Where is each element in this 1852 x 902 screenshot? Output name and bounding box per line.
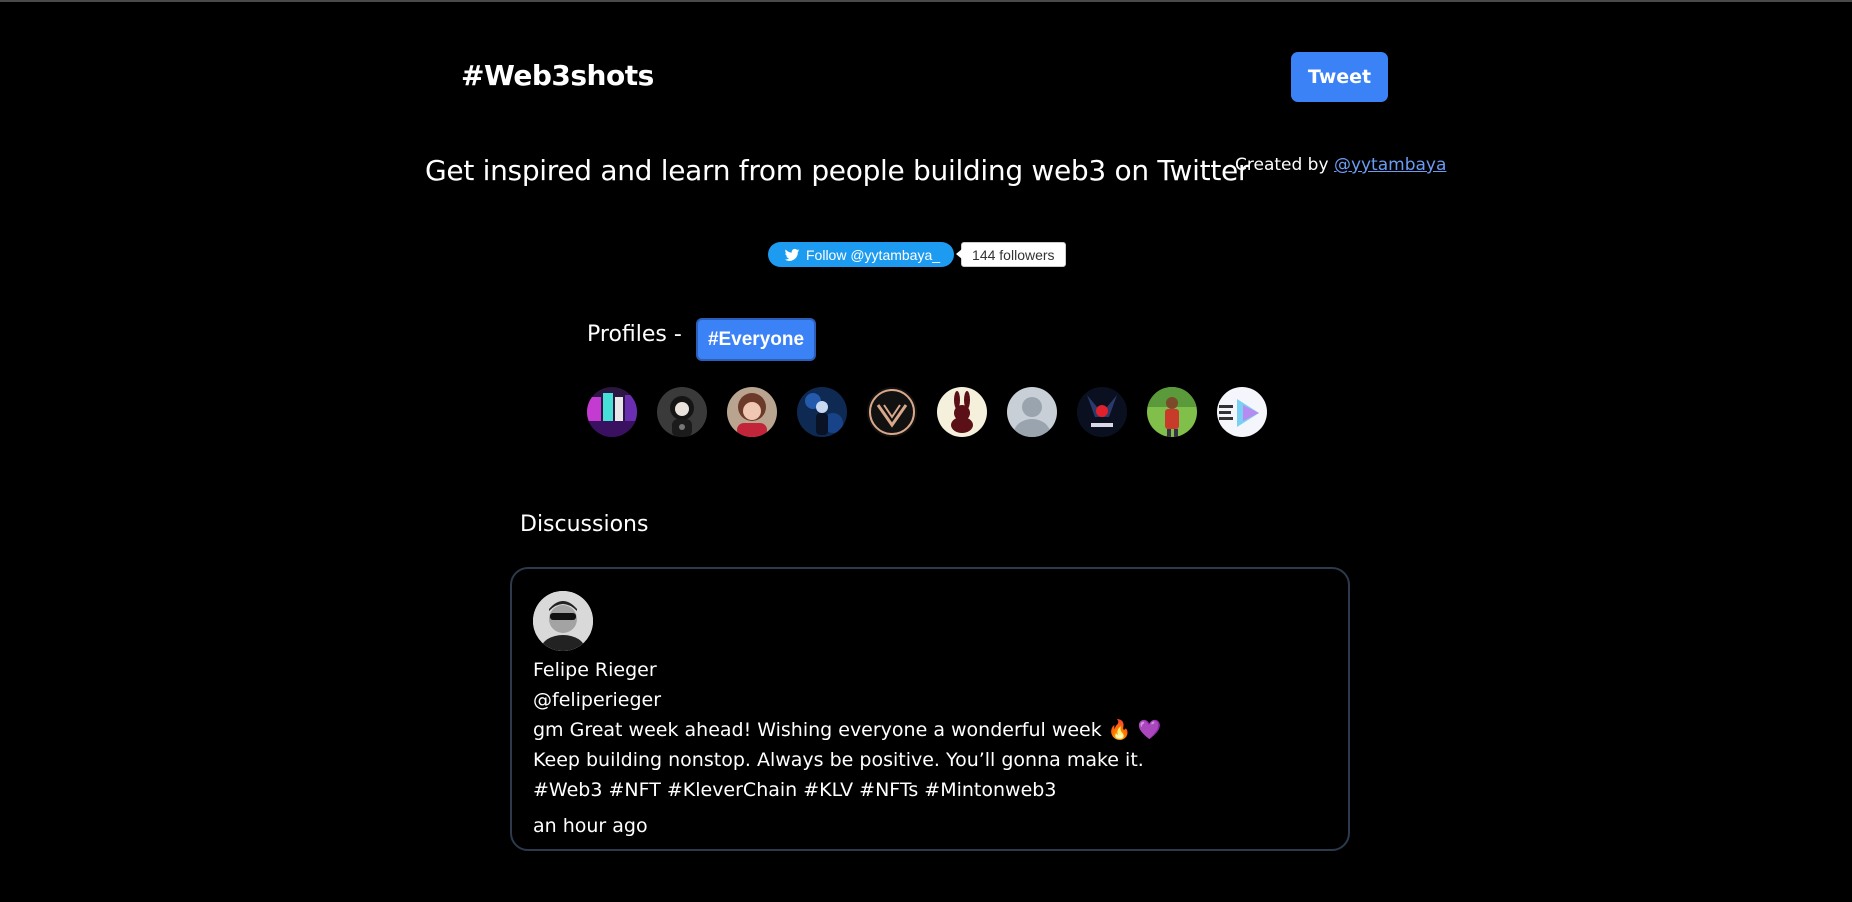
post-text-line: gm Great week ahead! Wishing everyone a … xyxy=(533,719,1162,741)
post-hashtags: #Web3 #NFT #KleverChain #KLV #NFTs #Mint… xyxy=(533,779,1057,801)
profile-avatar[interactable] xyxy=(1077,387,1127,437)
profile-avatar[interactable] xyxy=(797,387,847,437)
creator-credit: Created by @yytambaya xyxy=(1235,155,1446,175)
author-handle[interactable]: @feliperieger xyxy=(533,685,1161,715)
follow-button-label: Follow @yytambaya_ xyxy=(806,246,941,263)
profile-avatar[interactable] xyxy=(587,387,637,437)
discussion-card[interactable]: Felipe Rieger @feliperieger gm Great wee… xyxy=(510,567,1350,851)
profile-avatar-list xyxy=(587,387,1267,437)
creator-link[interactable]: @yytambaya xyxy=(1334,155,1446,175)
profile-avatar[interactable] xyxy=(727,387,777,437)
post-timestamp: an hour ago xyxy=(533,815,648,837)
post-text-line: Keep building nonstop. Always be positiv… xyxy=(533,749,1144,771)
author-name[interactable]: Felipe Rieger xyxy=(533,655,1161,685)
filter-everyone-button[interactable]: #Everyone xyxy=(696,318,816,361)
profile-avatar[interactable] xyxy=(1147,387,1197,437)
tweet-button[interactable]: Tweet xyxy=(1291,52,1388,102)
profile-avatar[interactable] xyxy=(657,387,707,437)
profile-avatar[interactable] xyxy=(1217,387,1267,437)
author-avatar[interactable] xyxy=(533,591,593,651)
window-top-border xyxy=(0,0,1852,2)
site-title[interactable]: #Web3shots xyxy=(461,59,654,92)
twitter-bird-icon xyxy=(784,248,800,261)
follower-count-bubble[interactable]: 144 followers xyxy=(956,242,1066,267)
discussions-heading: Discussions xyxy=(520,512,649,537)
twitter-follow-widget: Follow @yytambaya_ 144 followers xyxy=(768,242,1066,267)
profile-avatar[interactable] xyxy=(1007,387,1057,437)
profiles-label: Profiles - xyxy=(587,322,682,347)
post-body: Felipe Rieger @feliperieger gm Great wee… xyxy=(533,655,1161,805)
page: #Web3shots Tweet Get inspired and learn … xyxy=(0,0,1852,902)
tagline: Get inspired and learn from people build… xyxy=(425,154,1250,187)
profile-avatar[interactable] xyxy=(867,387,917,437)
profile-avatar[interactable] xyxy=(937,387,987,437)
creator-credit-prefix: Created by xyxy=(1235,155,1334,175)
follow-button[interactable]: Follow @yytambaya_ xyxy=(768,242,955,267)
